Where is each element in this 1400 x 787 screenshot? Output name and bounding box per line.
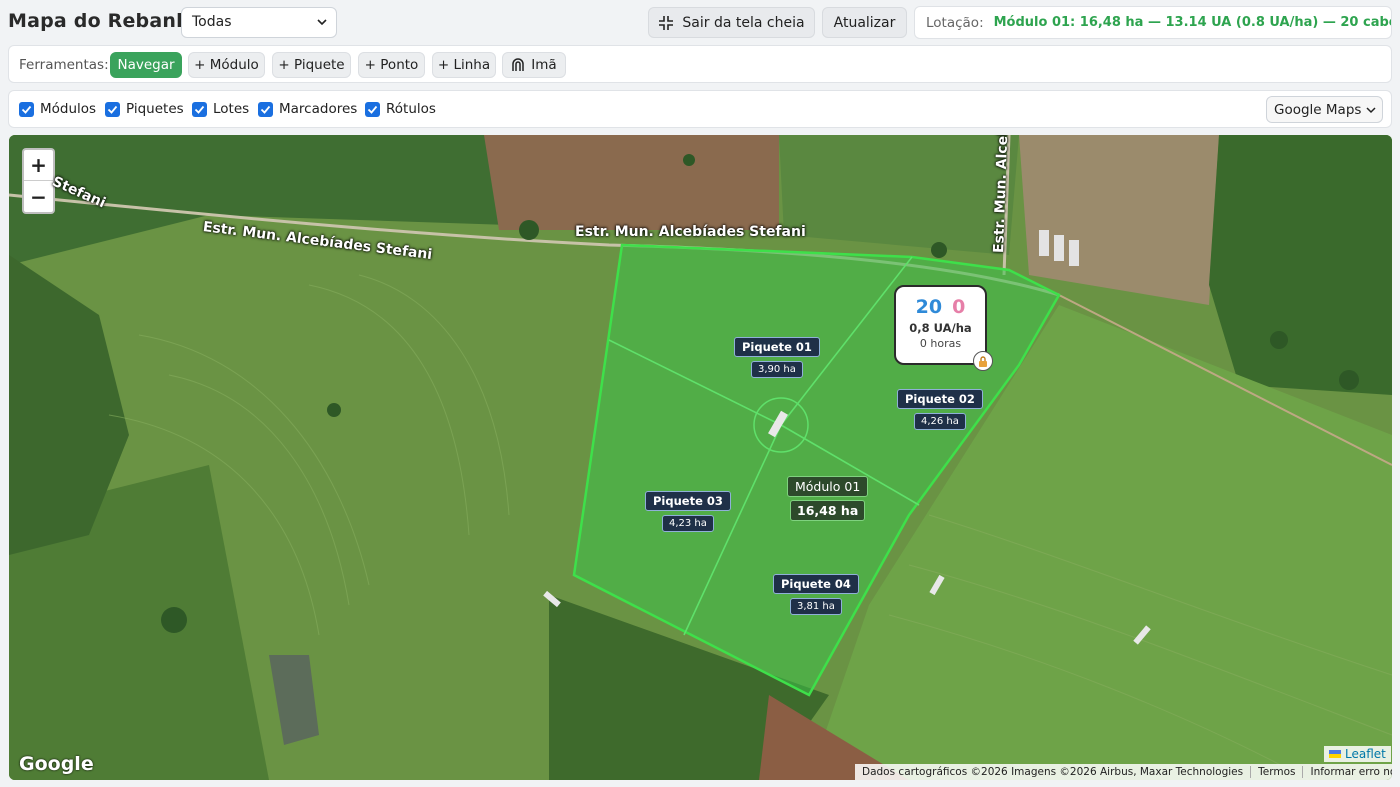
lock-icon[interactable] — [973, 351, 993, 371]
page-title: Mapa do Rebanho — [8, 10, 204, 32]
tool-magnet-label: Imã — [531, 57, 557, 73]
exit-fullscreen-icon — [659, 15, 674, 30]
exit-fullscreen-label: Sair da tela cheia — [682, 14, 805, 31]
top-bar: Mapa do Rebanho Todas Sair da tela cheia… — [0, 0, 1400, 44]
paddock-label-02[interactable]: Piquete 02 4,26 ha — [897, 388, 983, 430]
herd-count-secondary: 0 — [952, 296, 966, 318]
checkbox-checked-icon — [105, 101, 120, 117]
layer-modules-label: Módulos — [40, 101, 97, 117]
checkbox-checked-icon — [365, 101, 380, 117]
leaflet-attribution[interactable]: Leaflet — [1324, 746, 1391, 762]
module-filter-value: Todas — [192, 14, 232, 30]
layer-modules-checkbox[interactable]: Módulos — [19, 101, 96, 117]
tool-add-line-button[interactable]: + Linha — [432, 52, 496, 78]
layer-paddocks-label: Piquetes — [126, 101, 184, 117]
tool-add-module-button[interactable]: + Módulo — [188, 52, 265, 78]
refresh-button[interactable]: Atualizar — [822, 7, 907, 38]
layers-bar: Módulos Piquetes Lotes Marcadores Rótulo… — [8, 90, 1392, 128]
tools-label: Ferramentas: — [19, 57, 109, 73]
module-area: 16,48 ha — [790, 500, 866, 521]
paddock-label-01[interactable]: Piquete 01 3,90 ha — [734, 336, 820, 378]
paddock-area: 4,23 ha — [661, 515, 714, 532]
attribution-terms-link[interactable]: Termos — [1251, 766, 1304, 778]
layer-labels-label: Rótulos — [386, 101, 436, 117]
zoom-control: + − — [22, 148, 55, 214]
checkbox-checked-icon — [19, 101, 34, 117]
layer-markers-label: Marcadores — [279, 101, 358, 117]
basemap-value: Google Maps — [1274, 102, 1362, 118]
module-filter-select[interactable]: Todas — [181, 7, 337, 38]
map-view[interactable]: + − Estr. Mun. Alcebíades Stefani Estr. … — [9, 135, 1392, 780]
layer-lots-label: Lotes — [213, 101, 250, 117]
zoom-in-button[interactable]: + — [24, 150, 53, 181]
paddock-name: Piquete 04 — [773, 574, 859, 594]
attribution-data: Dados cartográficos ©2026 Imagens ©2026 … — [855, 766, 1252, 778]
tools-bar: Ferramentas: Navegar + Módulo + Piquete … — [8, 45, 1392, 83]
zoom-out-button[interactable]: − — [24, 181, 53, 212]
stocking-rate-panel: Lotação: Módulo 01: 16,48 ha — 13.14 UA … — [914, 6, 1392, 39]
tool-add-paddock-button[interactable]: + Piquete — [272, 52, 351, 78]
chevron-down-icon — [1366, 107, 1376, 114]
checkbox-checked-icon — [258, 101, 273, 117]
paddock-area: 3,81 ha — [789, 598, 842, 615]
basemap-select[interactable]: Google Maps — [1266, 96, 1383, 123]
checkbox-checked-icon — [192, 101, 207, 117]
tool-navigate-button[interactable]: Navegar — [110, 52, 182, 78]
paddock-area: 3,90 ha — [750, 361, 803, 378]
stocking-rate-value: Módulo 01: 16,48 ha — 13.14 UA (0.8 UA/h… — [993, 15, 1392, 30]
module-name: Módulo 01 — [787, 476, 869, 497]
paddock-name: Piquete 02 — [897, 389, 983, 409]
flag-icon — [1329, 750, 1341, 758]
paddock-name: Piquete 03 — [645, 491, 731, 511]
herd-count: 20 — [915, 296, 943, 318]
attribution-report-link[interactable]: Informar erro no mapa — [1303, 766, 1392, 778]
google-logo: Google — [19, 753, 94, 775]
tool-magnet-button[interactable]: Imã — [502, 52, 566, 78]
paddock-label-03[interactable]: Piquete 03 4,23 ha — [645, 490, 731, 532]
module-label[interactable]: Módulo 01 16,48 ha — [787, 476, 869, 521]
stocking-rate-label: Lotação: — [926, 14, 984, 31]
magnet-icon — [512, 58, 525, 71]
layer-markers-checkbox[interactable]: Marcadores — [258, 101, 357, 117]
paddock-area: 4,26 ha — [913, 413, 966, 430]
map-attribution: Dados cartográficos ©2026 Imagens ©2026 … — [855, 764, 1392, 780]
layer-lots-checkbox[interactable]: Lotes — [192, 101, 249, 117]
road-label: Estr. Mun. Alcebíades Stefani — [575, 224, 806, 240]
layer-paddocks-checkbox[interactable]: Piquetes — [105, 101, 184, 117]
paddock-name: Piquete 01 — [734, 337, 820, 357]
exit-fullscreen-button[interactable]: Sair da tela cheia — [648, 7, 815, 38]
paddock-label-04[interactable]: Piquete 04 3,81 ha — [773, 573, 859, 615]
layer-labels-checkbox[interactable]: Rótulos — [365, 101, 436, 117]
herd-popup[interactable]: 20 0 0,8 UA/ha 0 horas — [894, 285, 993, 371]
herd-density: 0,8 UA/ha — [909, 321, 972, 335]
chevron-down-icon — [317, 19, 327, 26]
leaflet-link[interactable]: Leaflet — [1345, 747, 1386, 761]
herd-time: 0 horas — [919, 337, 962, 350]
tool-add-point-button[interactable]: + Ponto — [358, 52, 425, 78]
